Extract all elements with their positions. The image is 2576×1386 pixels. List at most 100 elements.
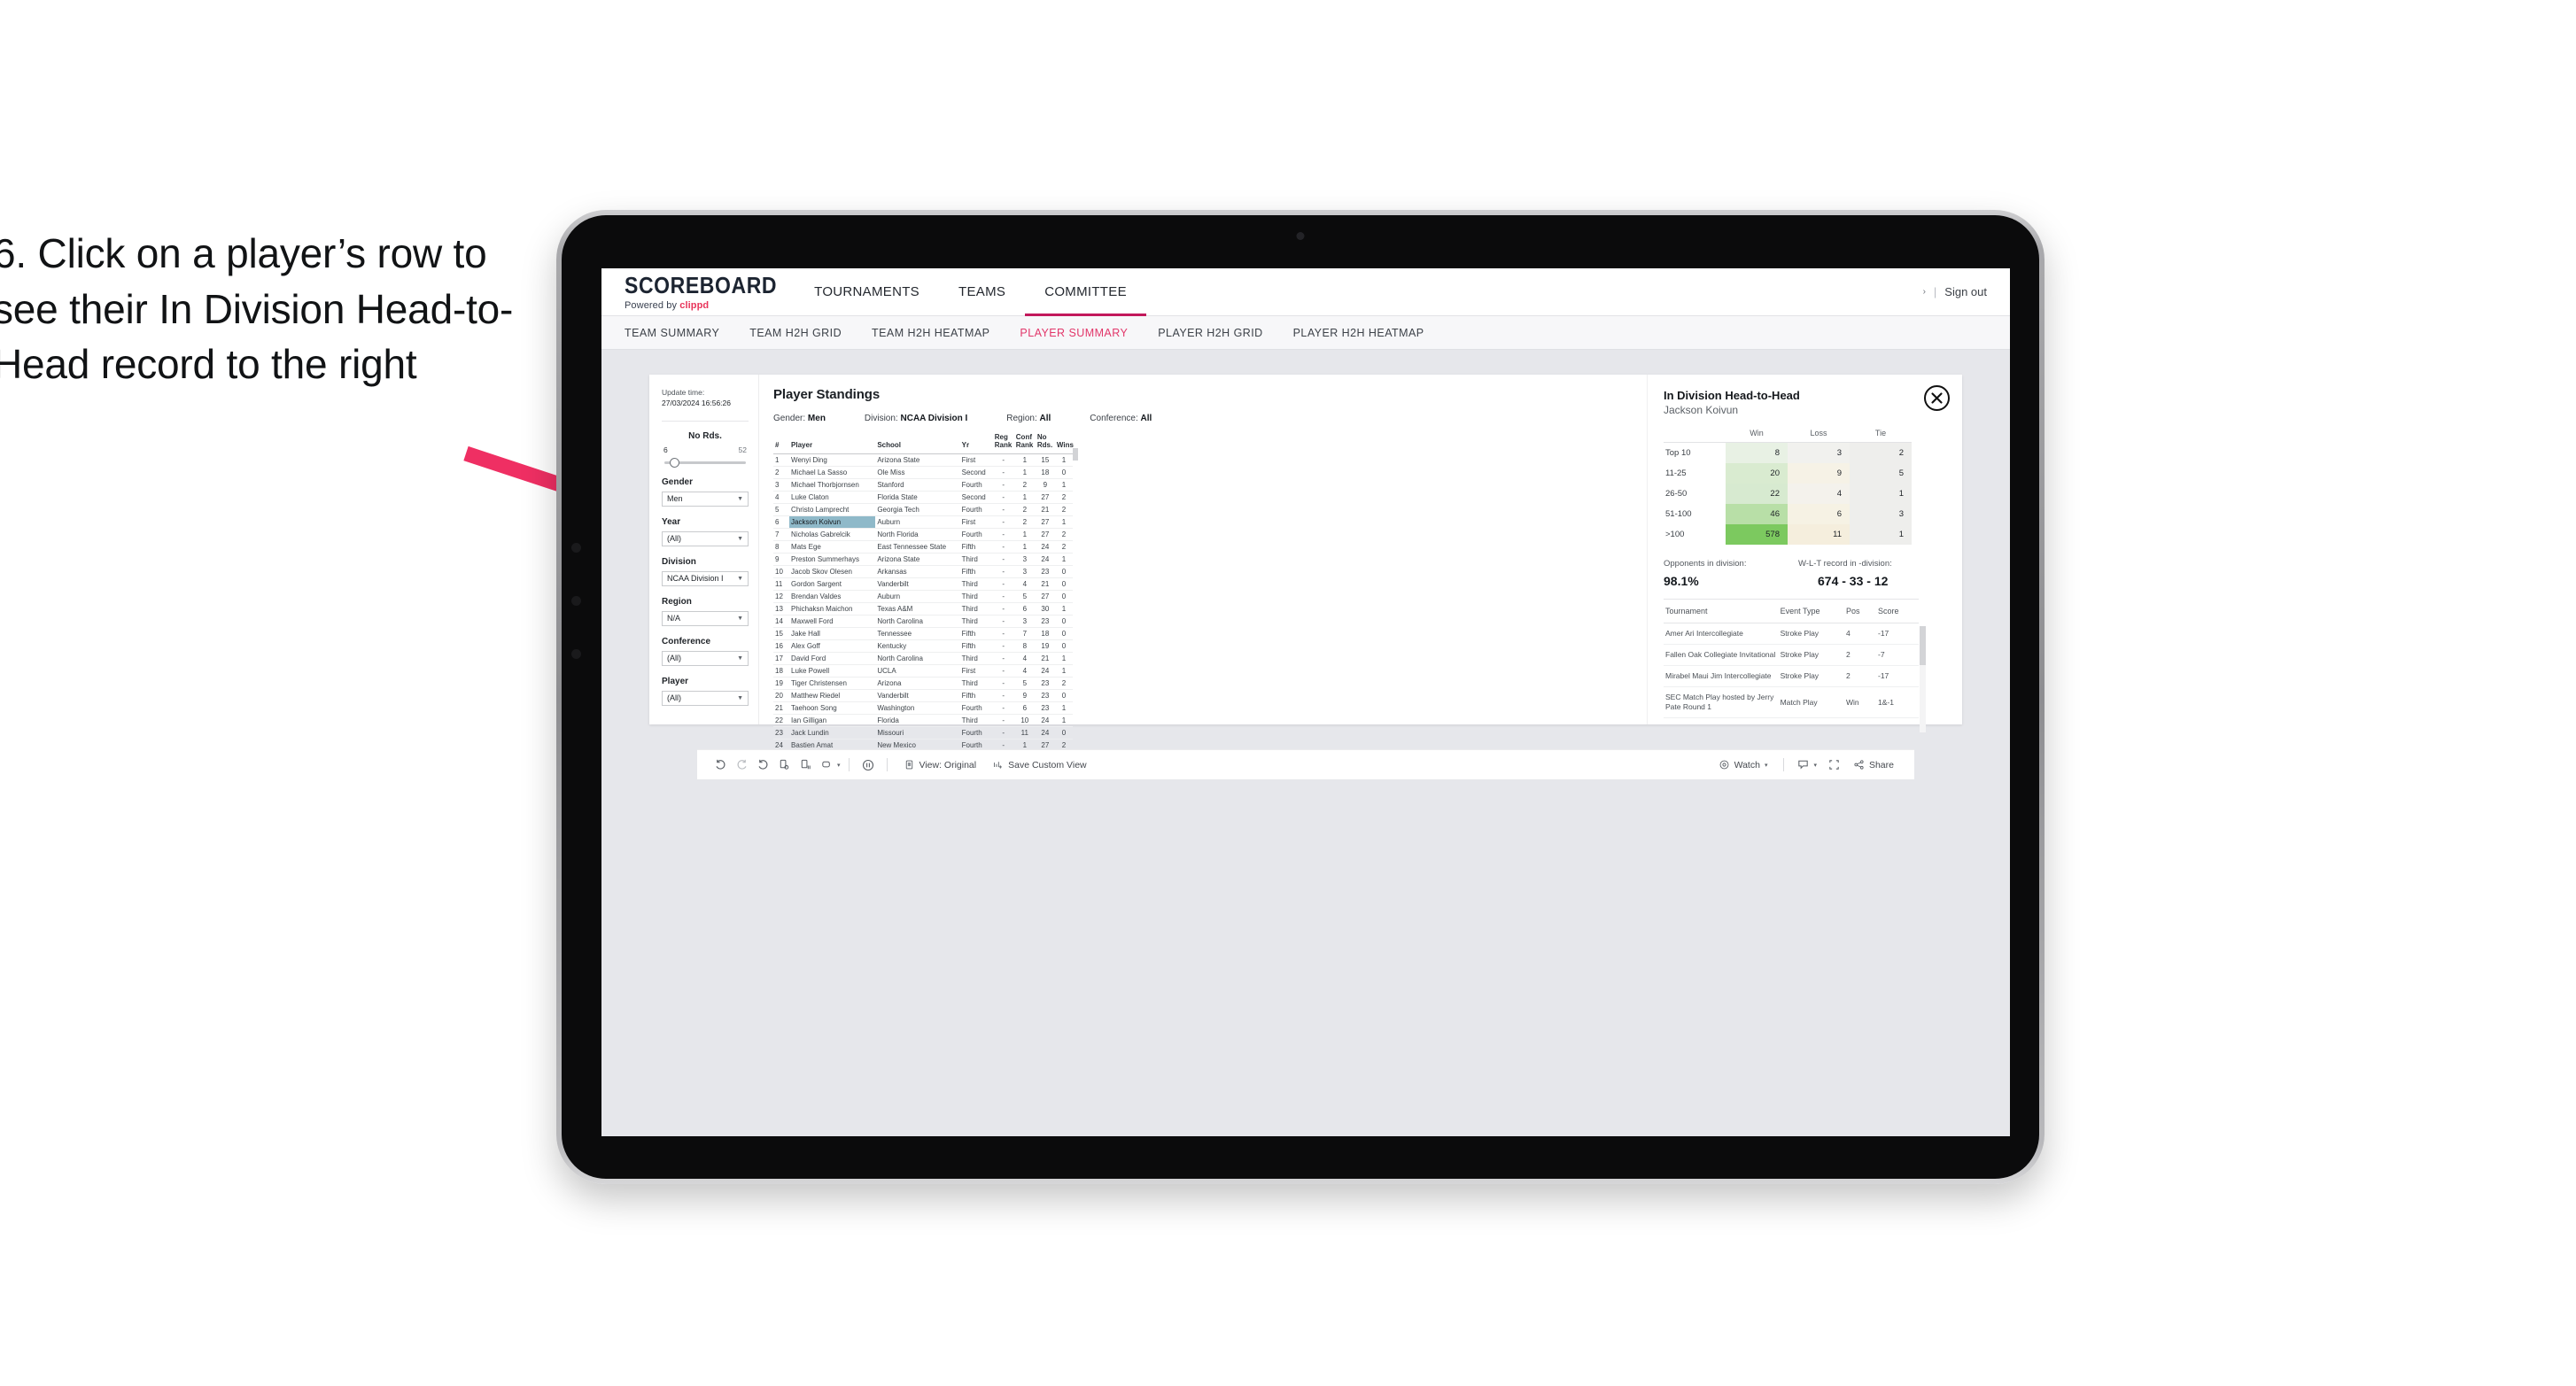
table-row[interactable]: 12 Brendan Valdes Auburn Third -5 27 0 bbox=[773, 590, 1073, 604]
cell-no-rds: 23 bbox=[1035, 701, 1055, 716]
save-custom-view-button[interactable]: Save Custom View bbox=[984, 759, 1095, 770]
table-row[interactable]: 14 Maxwell Ford North Carolina Third -3 23 0 bbox=[773, 615, 1073, 629]
table-row[interactable]: 6 Jackson Koivun Auburn First -2 27 1 bbox=[773, 515, 1073, 530]
cell-year: Fifth bbox=[959, 639, 993, 654]
col-score[interactable]: Score bbox=[1875, 600, 1919, 623]
table-row[interactable]: 21 Taehoon Song Washington Fourth -6 23 1 bbox=[773, 701, 1073, 716]
filter-gender-select[interactable]: Men ▼ bbox=[662, 491, 749, 507]
cell-player: Taehoon Song bbox=[789, 701, 876, 716]
table-row[interactable]: 19 Tiger Christensen Arizona Third -5 23 2 bbox=[773, 677, 1073, 691]
cell-school: Florida bbox=[875, 714, 960, 728]
cell-year: Fourth bbox=[959, 528, 993, 542]
col-pos[interactable]: Pos bbox=[1843, 600, 1876, 623]
cell-no-rds: 27 bbox=[1035, 590, 1055, 604]
table-row[interactable]: 23 Jack Lundin Missouri Fourth -11 24 0 bbox=[773, 726, 1073, 740]
col-event-type[interactable]: Event Type bbox=[1778, 600, 1844, 623]
tab-team-summary[interactable]: TEAM SUMMARY bbox=[625, 327, 719, 339]
device-caret-icon[interactable]: ▾ bbox=[837, 762, 841, 769]
table-row[interactable]: 8 Mats Ege East Tennessee State Fifth -1 24 2 bbox=[773, 540, 1073, 554]
table-row[interactable]: 13 Phichaksn Maichon Texas A&M Third -6 30 1 bbox=[773, 602, 1073, 616]
no-rounds-slider[interactable] bbox=[664, 457, 746, 468]
col-rank[interactable]: # bbox=[773, 431, 790, 455]
device-layout-icon[interactable] bbox=[816, 755, 837, 775]
filter-conference-select[interactable]: (All) ▼ bbox=[662, 650, 749, 666]
cell-year: Second bbox=[959, 491, 993, 505]
tournament-scrollbar[interactable] bbox=[1920, 626, 1926, 665]
col-conf-rank[interactable]: Conf Rank bbox=[1013, 431, 1036, 455]
cell-reg-rank: - bbox=[992, 615, 1014, 629]
table-row[interactable]: 22 Ian Gilligan Florida Third -10 24 1 bbox=[773, 714, 1073, 728]
cell-conf-rank: 3 bbox=[1013, 565, 1036, 579]
table-row[interactable]: 11 Gordon Sargent Vanderbilt Third -4 21 0 bbox=[773, 577, 1073, 592]
tab-team-h2h-heatmap[interactable]: TEAM H2H HEATMAP bbox=[872, 327, 989, 339]
h2h-corner-cell bbox=[1664, 429, 1726, 443]
tab-player-summary[interactable]: PLAYER SUMMARY bbox=[1020, 327, 1128, 339]
table-row[interactable]: 1 Wenyi Ding Arizona State First -1 15 1 bbox=[773, 453, 1073, 468]
watch-icon bbox=[1719, 760, 1728, 770]
tab-team-h2h-grid[interactable]: TEAM H2H GRID bbox=[749, 327, 842, 339]
table-row[interactable]: 5 Christo Lamprecht Georgia Tech Fourth -2 21… bbox=[773, 503, 1073, 517]
tab-player-h2h-heatmap[interactable]: PLAYER H2H HEATMAP bbox=[1293, 327, 1424, 339]
view-original-button[interactable]: View: Original bbox=[896, 759, 985, 770]
comment-icon[interactable] bbox=[1792, 755, 1813, 775]
undo-icon[interactable] bbox=[710, 755, 731, 775]
table-row[interactable]: 15 Jake Hall Tennessee Fifth -7 18 0 bbox=[773, 627, 1073, 641]
col-wins[interactable]: Wins bbox=[1054, 431, 1074, 455]
nav-item-tournaments[interactable]: TOURNAMENTS bbox=[795, 268, 939, 315]
cell-year: Fourth bbox=[959, 503, 993, 517]
stat-wlt-record: W-L-T record in -division: 674 - 33 - 12 bbox=[1798, 559, 1892, 588]
col-tournament[interactable]: Tournament bbox=[1664, 600, 1779, 623]
standings-vertical-scrollbar[interactable] bbox=[1073, 448, 1078, 461]
comment-caret-icon[interactable]: ▾ bbox=[1813, 762, 1817, 769]
table-row[interactable]: 18 Luke Powell UCLA First -4 24 1 bbox=[773, 664, 1073, 678]
tournament-row[interactable]: Mirabel Maui Jim Intercollegiate Stroke P… bbox=[1664, 665, 1919, 688]
slider-handle[interactable] bbox=[670, 457, 679, 468]
logo-tagline-prefix: Powered by bbox=[625, 299, 680, 311]
col-school[interactable]: School bbox=[875, 431, 960, 455]
tournament-row[interactable]: Amer Ari Intercollegiate Stroke Play 4 -17 bbox=[1664, 623, 1919, 646]
table-row[interactable]: 17 David Ford North Carolina Third -4 21 1 bbox=[773, 652, 1073, 666]
cell-conf-rank: 6 bbox=[1013, 701, 1036, 716]
app-logo[interactable]: SCOREBOARD Powered by clippd bbox=[601, 268, 795, 315]
tournament-row[interactable]: SEC Match Play hosted by Jerry Pate Roun… bbox=[1664, 686, 1919, 719]
revert-icon[interactable] bbox=[752, 755, 773, 775]
col-no-rds[interactable]: No Rds. bbox=[1035, 431, 1055, 455]
share-button[interactable]: Share bbox=[1845, 759, 1902, 770]
redo-icon[interactable] bbox=[731, 755, 752, 775]
filter-division-select[interactable]: NCAA Division I ▼ bbox=[662, 570, 749, 586]
sign-out-link[interactable]: Sign out bbox=[1944, 285, 1987, 298]
table-row[interactable]: 16 Alex Goff Kentucky Fifth -8 19 0 bbox=[773, 639, 1073, 654]
table-row[interactable]: 7 Nicholas Gabrelcik North Florida Fourth -1… bbox=[773, 528, 1073, 542]
cell-reg-rank: - bbox=[992, 714, 1014, 728]
col-reg-rank[interactable]: Reg Rank bbox=[992, 431, 1014, 455]
table-row[interactable]: 3 Michael Thorbjornsen Stanford Fourth -2 9 1 bbox=[773, 478, 1073, 492]
table-row[interactable]: 20 Matthew Riedel Vanderbilt Fifth -9 23 0 bbox=[773, 689, 1073, 703]
pause-icon[interactable] bbox=[857, 755, 879, 775]
tournament-row[interactable]: Fallen Oak Collegiate Invitational Stroke… bbox=[1664, 644, 1919, 667]
cell-wins: 0 bbox=[1054, 466, 1073, 480]
cell-conf-rank: 6 bbox=[1013, 602, 1036, 616]
table-row[interactable]: 10 Jacob Skov Olesen Arkansas Fifth -3 23 0 bbox=[773, 565, 1073, 579]
nav-item-committee[interactable]: COMMITTEE bbox=[1025, 268, 1146, 316]
filter-year-select[interactable]: (All) ▼ bbox=[662, 530, 749, 546]
filter-region-select[interactable]: N/A ▼ bbox=[662, 610, 749, 626]
table-row[interactable]: 9 Preston Summerhays Arizona State Third -3 2… bbox=[773, 553, 1073, 567]
table-row[interactable]: 4 Luke Claton Florida State Second -1 27 2 bbox=[773, 491, 1073, 505]
cell-rank: 12 bbox=[773, 590, 790, 604]
tab-player-h2h-grid[interactable]: PLAYER H2H GRID bbox=[1158, 327, 1262, 339]
col-player[interactable]: Player bbox=[789, 431, 876, 455]
cell-position: 2 bbox=[1843, 665, 1876, 688]
watch-button[interactable]: Watch ▾ bbox=[1711, 759, 1776, 770]
nav-item-teams[interactable]: TEAMS bbox=[939, 268, 1025, 315]
close-icon[interactable] bbox=[1924, 385, 1950, 411]
refresh-data-icon[interactable] bbox=[773, 755, 795, 775]
cell-rank: 8 bbox=[773, 540, 790, 554]
pause-auto-update-icon[interactable] bbox=[795, 755, 816, 775]
filter-player-select[interactable]: (All) ▼ bbox=[662, 690, 749, 706]
col-year[interactable]: Yr bbox=[959, 431, 993, 455]
cell-event-type: Stroke Play bbox=[1778, 665, 1844, 688]
fullscreen-icon[interactable] bbox=[1824, 755, 1845, 775]
chevron-down-icon: ▼ bbox=[737, 495, 743, 502]
table-row[interactable]: 2 Michael La Sasso Ole Miss Second -1 18 0 bbox=[773, 466, 1073, 480]
no-rounds-min: 6 bbox=[663, 445, 668, 454]
